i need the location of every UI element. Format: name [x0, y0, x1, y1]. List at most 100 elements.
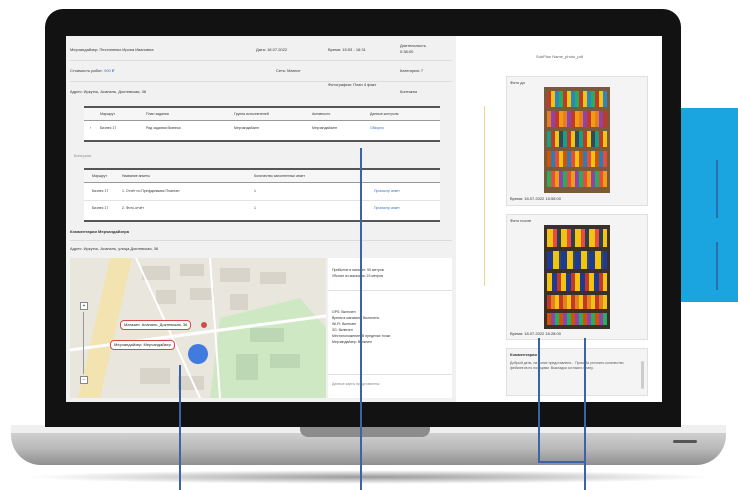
visit-date: Дата: 18.07.2022 [256, 47, 288, 52]
accent-divider [716, 160, 718, 218]
map-canvas [70, 258, 326, 398]
callout-line [179, 365, 181, 490]
shelf-row [547, 171, 607, 187]
view-questionnaire-link[interactable]: Просмотр анкет [374, 206, 400, 210]
cost-label: Стоимость работ: [70, 68, 103, 73]
info-row-merchandiser: Мерчандайзер: Пестипенко Ирина Ивановна [70, 42, 153, 58]
column-header: Количество заполненных анкет [254, 174, 305, 178]
shop-marker-label[interactable]: Магазин: Асаналь, Доктевская, 36 [120, 320, 192, 330]
cost-value[interactable]: 900 ₽ [104, 68, 114, 73]
table-cell: Бизнес 17 [92, 206, 109, 210]
info-row-cost: Стоимость работ: 900 ₽ [70, 63, 114, 79]
gps-status: GPS: Включен [332, 310, 356, 314]
duration-value: 0:38:00 [400, 49, 414, 54]
photo-before-time: Время: 18.07.2022 15:55:00 [510, 196, 561, 201]
row-divider [328, 290, 452, 291]
questionnaire-table: Маршрут Название анкеты Количество запол… [84, 168, 440, 222]
zoom-in-button[interactable]: + [80, 302, 88, 310]
column-header: Маршрут [100, 112, 115, 116]
comments-title: Комментарии [510, 352, 537, 357]
visit-details-panel: Мерчандайзер: Пестипенко Ирина Ивановна … [66, 36, 456, 402]
shelf-row [547, 229, 607, 247]
callout-line [538, 338, 540, 462]
comment-text: Добрый день, на полке представлено... Пр… [510, 361, 624, 370]
category-value: Категория: 7 [400, 68, 424, 73]
comments-card: Комментарии Добрый день, на полке предст… [506, 348, 648, 396]
column-header: Группа исполнителей [234, 112, 269, 116]
column-header: Название анкеты [122, 174, 151, 178]
visit-time: Время: 15:53 - 16:31 [328, 47, 366, 52]
accent-block [681, 108, 738, 302]
table-cell: 2. Фото-отчёт [122, 206, 144, 210]
shelf-row [547, 295, 607, 309]
map-address: Адрес: Иркутск, Асаналь, улица Доктевска… [70, 246, 159, 251]
location-marker-icon[interactable] [188, 344, 208, 364]
map-data-note: Данные карты представлены [332, 382, 380, 386]
control-link[interactable]: Обзорно [370, 126, 384, 130]
table-cell: 1 [254, 206, 256, 210]
departure-distance: Убытие из магазина: 23 метров [332, 274, 383, 278]
merchandiser-status: Мерчандайзер: Включен [332, 340, 373, 344]
callout-line [584, 338, 586, 490]
shelf-row [547, 151, 607, 167]
shelf-row [547, 91, 607, 107]
photo-after-time: Время: 18.07.2022 16:28:00 [510, 331, 561, 336]
table-cell: Рад задания бизнеса [146, 126, 181, 130]
table-row: Бизнес 17 1. Отчёт по Префдинамах Планта… [84, 184, 440, 201]
table-cell: Мерчандайзинг [234, 126, 260, 130]
in-store-time-status: Время в магазине: Включено [332, 316, 380, 320]
table-cell: Бизнес 17 [100, 126, 117, 130]
comment-scrollbar[interactable] [641, 361, 644, 389]
report-title: SubPlan Name_photo_pdf [536, 54, 583, 59]
gps-summary-panel: Прибытие в магазин: 50 метров Убытие из … [328, 258, 452, 398]
table-cell: Мерчандайзинг [312, 126, 338, 130]
panel-separator [484, 106, 485, 286]
address-row: Адрес: Иркутск, Асаналь, Доктевская, 36 [70, 89, 147, 94]
location-map[interactable]: + − Магазин: Асаналь, Доктевская, 36 Мер… [70, 258, 326, 398]
merchandiser-comments-title: Комментарии Мерчандайзера [70, 229, 129, 234]
table-row: Бизнес 17 2. Фото-отчёт 1 Просмотр анкет [84, 201, 440, 217]
photo-before-image[interactable] [544, 87, 610, 193]
laptop-indicator [673, 440, 697, 443]
photo-after-image[interactable] [544, 225, 610, 329]
map-pin-icon[interactable] [201, 322, 207, 328]
photo-summary: Фотографии: План 4 факт [328, 82, 377, 87]
callout-line [538, 461, 586, 463]
photo-after-card: Фото после Время: 18.07.2022 16:28:00 [506, 214, 648, 340]
column-header: План задания [146, 112, 169, 116]
photo-before-card: Фото до Время: 18.07.2022 15:55:00 [506, 76, 648, 206]
shelf-row [547, 313, 607, 325]
callout-line [360, 148, 362, 490]
table-cell: Бизнес 17 [92, 189, 109, 193]
control-link[interactable]: Контроль [74, 148, 91, 164]
mobile-data-status: 3G: Включен [332, 328, 353, 332]
shelf-row [547, 273, 607, 291]
view-questionnaire-link[interactable]: Просмотр анкет [374, 189, 400, 193]
zoom-slider[interactable] [83, 312, 84, 374]
shelf-row [547, 251, 607, 269]
row-divider [70, 60, 452, 61]
row-expand-icon[interactable]: › [90, 126, 91, 130]
column-header: Данные контроля [370, 112, 399, 116]
client-network: Сеть: Магнит [276, 68, 301, 73]
accent-divider [716, 242, 718, 290]
laptop-shadow [24, 470, 714, 484]
photo-after-label: Фото после [510, 218, 532, 223]
arrival-distance: Прибытие в магазин: 50 метров [332, 268, 384, 272]
table-cell: 1. Отчёт по Префдинамах Плантан [122, 189, 180, 193]
route-plan-table: Маршрут План задания Группа исполнителей… [84, 106, 440, 142]
row-divider [70, 81, 452, 82]
merchandiser-label: Мерчандайзер: Пестипенко Ирина Ивановна [70, 47, 154, 52]
row-divider [328, 374, 452, 375]
table-cell: 1 [254, 189, 256, 193]
merchandiser-marker-label[interactable]: Мерчандайзер: Мерчандайзер [110, 340, 175, 350]
contacts-label: Контакты [400, 89, 418, 94]
shelf-row [547, 111, 607, 127]
zoom-out-button[interactable]: − [80, 376, 88, 384]
photo-before-label: Фото до [510, 80, 525, 85]
photo-report-panel: SubPlan Name_photo_pdf Фото до Время: 18… [496, 36, 662, 402]
screen: Мерчандайзер: Пестипенко Ирина Ивановна … [66, 36, 662, 402]
column-header: Маршрут [92, 174, 107, 178]
wifi-status: Wi-Fi: Включен [332, 322, 357, 326]
column-header: Активность [312, 112, 331, 116]
